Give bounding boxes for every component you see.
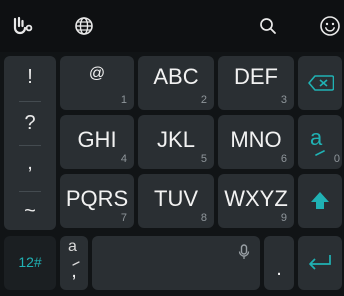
- key-4[interactable]: GHI 4: [60, 115, 134, 169]
- key-label: TUV: [154, 186, 198, 211]
- key-8[interactable]: TUV 8: [138, 174, 214, 228]
- space-key[interactable]: [92, 236, 260, 290]
- enter-key[interactable]: [298, 236, 342, 290]
- key-number: 7: [120, 212, 127, 224]
- key-label: DEF: [234, 64, 278, 89]
- key-number: 6: [280, 153, 287, 165]
- divider: [19, 145, 41, 146]
- key-number: 4: [120, 153, 127, 165]
- symbol-column: ! ? , ~: [4, 56, 56, 230]
- shift-key[interactable]: [298, 174, 342, 228]
- key-number: 1: [120, 94, 127, 106]
- symbol-key-tilde[interactable]: ~: [4, 200, 56, 223]
- key-label: @: [88, 65, 106, 82]
- backspace-key[interactable]: [298, 56, 342, 110]
- comma-key[interactable]: a ,: [60, 236, 88, 290]
- search-icon[interactable]: [256, 14, 280, 38]
- key-6[interactable]: MNO 6: [218, 115, 294, 169]
- period-label: .: [276, 258, 282, 280]
- divider: [19, 101, 41, 102]
- shift-arrow-icon: [310, 191, 330, 216]
- key-label: WXYZ: [224, 186, 288, 211]
- key-label: ABC: [153, 64, 199, 89]
- globe-icon[interactable]: [72, 14, 96, 38]
- number-mode-key[interactable]: 12#: [4, 236, 56, 290]
- symbol-key-question[interactable]: ?: [4, 112, 56, 135]
- comma-label: ,: [71, 260, 77, 282]
- key-number: 3: [280, 94, 287, 106]
- key-9[interactable]: WXYZ 9: [218, 174, 294, 228]
- key-label: JKL: [157, 127, 195, 152]
- key-3[interactable]: DEF 3: [218, 56, 294, 110]
- key-number: 9: [280, 212, 287, 224]
- enter-arrow-icon: [307, 253, 333, 276]
- divider: [19, 191, 41, 192]
- keyboard: ! ? , ~ @ 1 ABC 2 DEF 3 GHI 4 JKL 5 MNO …: [0, 0, 344, 296]
- key-number: 0: [333, 153, 340, 165]
- key-number: 8: [200, 212, 207, 224]
- period-key[interactable]: .: [264, 236, 294, 290]
- touchpal-logo-icon[interactable]: [10, 14, 36, 38]
- key-label: GHI: [77, 127, 117, 152]
- key-7[interactable]: PQRS 7: [60, 174, 134, 228]
- key-5[interactable]: JKL 5: [138, 115, 214, 169]
- symbol-key-exclamation[interactable]: !: [4, 66, 56, 89]
- microphone-icon: [238, 244, 250, 265]
- emoji-icon[interactable]: [318, 14, 342, 38]
- key-label: MNO: [230, 127, 282, 152]
- smart-input-key[interactable]: a 0: [298, 115, 342, 169]
- keyboard-toolbar: [0, 0, 344, 52]
- key-label: PQRS: [65, 186, 129, 211]
- key-number: 2: [200, 94, 207, 106]
- symbol-key-comma[interactable]: ,: [4, 152, 56, 175]
- key-2[interactable]: ABC 2: [138, 56, 214, 110]
- key-number: 5: [200, 153, 207, 165]
- backspace-icon: [308, 75, 335, 96]
- key-1[interactable]: @ 1: [60, 56, 134, 110]
- smart-input-check-icon: [315, 145, 325, 163]
- number-mode-label: 12#: [18, 254, 42, 270]
